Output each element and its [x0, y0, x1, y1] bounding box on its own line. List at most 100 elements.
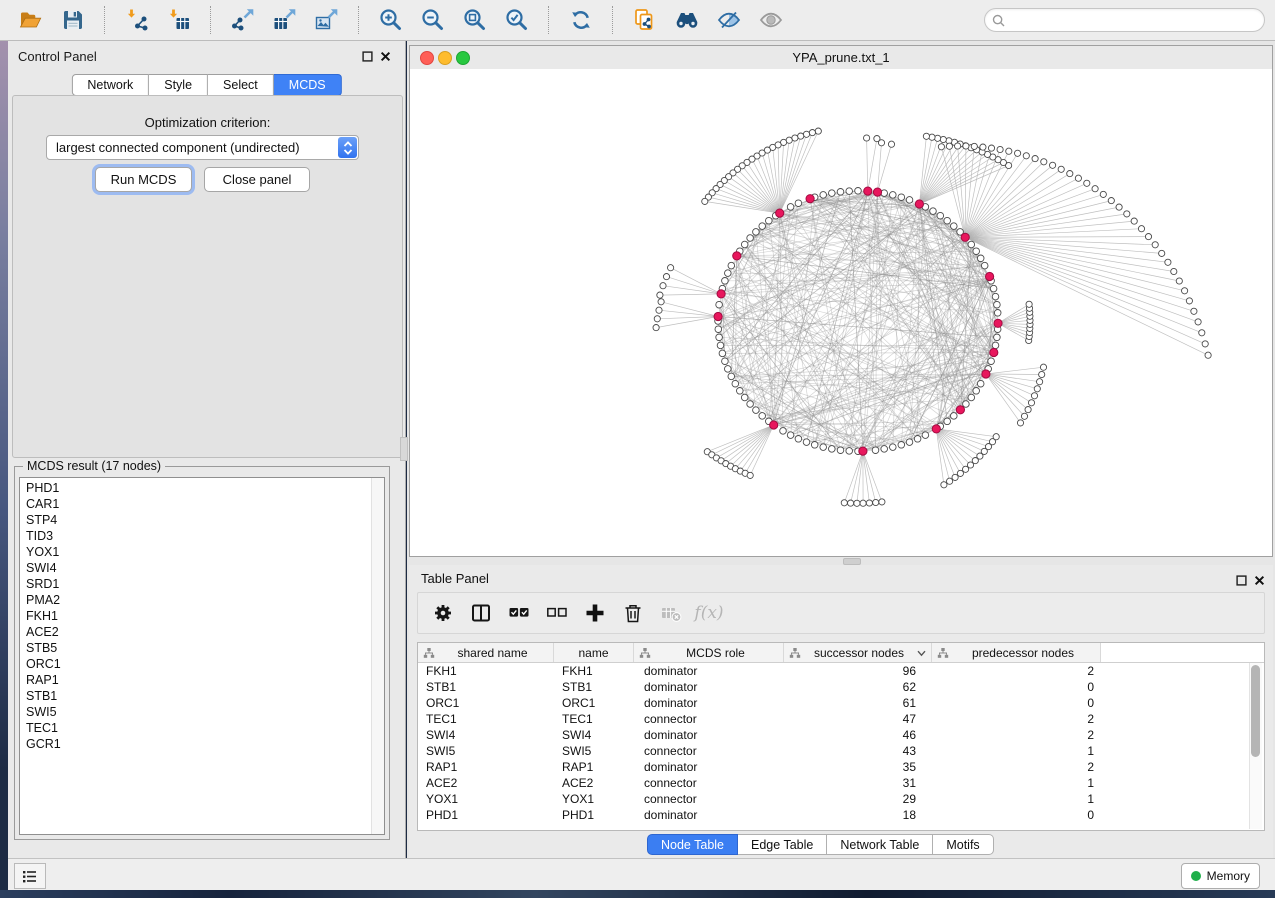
- select-all-icon[interactable]: [506, 600, 532, 626]
- refresh-icon[interactable]: [566, 5, 596, 35]
- column-label: successor nodes: [801, 646, 917, 660]
- search-field[interactable]: [984, 8, 1265, 32]
- clear-table-icon[interactable]: [658, 600, 684, 626]
- mcds-result-item[interactable]: STB1: [20, 688, 384, 704]
- export-image-icon[interactable]: [312, 5, 342, 35]
- tab-network[interactable]: Network: [71, 74, 149, 96]
- mcds-result-item[interactable]: SRD1: [20, 576, 384, 592]
- table-cell: 1: [932, 743, 1101, 759]
- table-row[interactable]: STB1STB1dominator620: [418, 679, 1264, 695]
- column-header-name[interactable]: name: [554, 643, 634, 662]
- eye-slash-icon[interactable]: [714, 5, 744, 35]
- table-row[interactable]: SWI4SWI4dominator462: [418, 727, 1264, 743]
- mcds-result-item[interactable]: FKH1: [20, 608, 384, 624]
- vertical-splitter-handle[interactable]: [400, 437, 408, 461]
- float-panel-icon[interactable]: [362, 51, 373, 62]
- table-cell: 96: [784, 663, 932, 679]
- zoom-in-icon[interactable]: [376, 5, 406, 35]
- table-row[interactable]: RAP1RAP1dominator352: [418, 759, 1264, 775]
- mcds-result-item[interactable]: YOX1: [20, 544, 384, 560]
- zoom-selected-icon[interactable]: [502, 5, 532, 35]
- table-row[interactable]: ACE2ACE2connector311: [418, 775, 1264, 791]
- table-cell: FKH1: [418, 663, 554, 679]
- result-scrollbar[interactable]: [371, 478, 384, 834]
- mcds-result-item[interactable]: GCR1: [20, 736, 384, 752]
- mcds-result-item[interactable]: STP4: [20, 512, 384, 528]
- table-scrollbar[interactable]: [1249, 663, 1262, 829]
- delete-icon[interactable]: [620, 600, 646, 626]
- node-table[interactable]: shared namenameMCDS role successor nodes p…: [417, 642, 1265, 831]
- mcds-result-item[interactable]: RAP1: [20, 672, 384, 688]
- float-table-panel-icon[interactable]: [1236, 575, 1247, 586]
- zoom-fit-icon[interactable]: [460, 5, 490, 35]
- save-icon[interactable]: [58, 5, 88, 35]
- table-cell: ORC1: [418, 695, 554, 711]
- zoom-out-icon[interactable]: [418, 5, 448, 35]
- table-row[interactable]: FKH1FKH1dominator962: [418, 663, 1264, 679]
- eye-icon[interactable]: [756, 5, 786, 35]
- memory-button[interactable]: Memory: [1181, 863, 1260, 889]
- column-header-MCDS-role[interactable]: MCDS role: [634, 643, 784, 662]
- network-canvas[interactable]: [410, 69, 1272, 556]
- mcds-result-item[interactable]: ACE2: [20, 624, 384, 640]
- gear-icon[interactable]: [430, 600, 456, 626]
- binoculars-icon[interactable]: [672, 5, 702, 35]
- mcds-result-listbox[interactable]: PHD1CAR1STP4TID3YOX1SWI4SRD1PMA2FKH1ACE2…: [19, 477, 385, 835]
- tab-select[interactable]: Select: [208, 74, 274, 96]
- mcds-result-item[interactable]: STB5: [20, 640, 384, 656]
- task-history-button[interactable]: [14, 863, 46, 889]
- mcds-result-item[interactable]: SWI5: [20, 704, 384, 720]
- deselect-all-icon[interactable]: [544, 600, 570, 626]
- table-row[interactable]: SWI5SWI5connector431: [418, 743, 1264, 759]
- close-table-panel-icon[interactable]: [1254, 575, 1265, 586]
- sort-desc-icon[interactable]: [917, 649, 926, 657]
- column-header-successor-nodes[interactable]: successor nodes: [784, 643, 932, 662]
- mcds-result-item[interactable]: ORC1: [20, 656, 384, 672]
- export-network-icon[interactable]: [228, 5, 258, 35]
- open-folder-icon[interactable]: [16, 5, 46, 35]
- table-cell: SWI5: [554, 743, 634, 759]
- horizontal-splitter[interactable]: [409, 557, 1273, 565]
- list-icon: [20, 867, 40, 886]
- criterion-select[interactable]: largest connected component (undirected): [46, 135, 359, 160]
- add-icon[interactable]: [582, 600, 608, 626]
- mcds-result-item[interactable]: TEC1: [20, 720, 384, 736]
- memory-label: Memory: [1207, 869, 1250, 883]
- network-graph[interactable]: [410, 69, 1272, 556]
- table-cell: SWI4: [554, 727, 634, 743]
- mcds-result-item[interactable]: PMA2: [20, 592, 384, 608]
- mcds-result-item[interactable]: SWI4: [20, 560, 384, 576]
- import-network-icon[interactable]: [122, 5, 152, 35]
- function-icon[interactable]: f(x): [696, 600, 722, 626]
- column-header-predecessor-nodes[interactable]: predecessor nodes: [932, 643, 1101, 662]
- tab-style[interactable]: Style: [149, 74, 208, 96]
- table-cell: 2: [932, 727, 1101, 743]
- search-input[interactable]: [1009, 10, 1264, 30]
- mcds-result-item[interactable]: CAR1: [20, 496, 384, 512]
- table-row[interactable]: TEC1TEC1connector472: [418, 711, 1264, 727]
- close-panel-icon[interactable]: [380, 51, 391, 62]
- horizontal-splitter-handle[interactable]: [843, 558, 861, 565]
- column-header-shared-name[interactable]: shared name: [418, 643, 554, 662]
- tab-motifs[interactable]: Motifs: [933, 834, 993, 855]
- tab-mcds[interactable]: MCDS: [274, 74, 342, 96]
- table-scrollbar-thumb[interactable]: [1251, 665, 1260, 757]
- desktop-wallpaper-bottom: [0, 890, 1275, 898]
- control-tabs: NetworkStyleSelectMCDS: [71, 74, 341, 96]
- network-window: YPA_prune.txt_1: [409, 45, 1273, 557]
- table-row[interactable]: YOX1YOX1connector291: [418, 791, 1264, 807]
- columns-icon[interactable]: [468, 600, 494, 626]
- import-table-icon[interactable]: [164, 5, 194, 35]
- tab-node-table[interactable]: Node Table: [647, 834, 738, 855]
- table-row[interactable]: PHD1PHD1dominator180: [418, 807, 1264, 823]
- tab-edge-table[interactable]: Edge Table: [738, 834, 827, 855]
- network-window-titlebar[interactable]: YPA_prune.txt_1: [410, 46, 1272, 70]
- table-row[interactable]: ORC1ORC1dominator610: [418, 695, 1264, 711]
- export-table-icon[interactable]: [270, 5, 300, 35]
- mcds-result-item[interactable]: PHD1: [20, 480, 384, 496]
- clone-network-icon[interactable]: [630, 5, 660, 35]
- mcds-result-item[interactable]: TID3: [20, 528, 384, 544]
- tab-network-table[interactable]: Network Table: [827, 834, 933, 855]
- close-panel-button[interactable]: Close panel: [204, 167, 310, 192]
- run-mcds-button[interactable]: Run MCDS: [95, 167, 192, 192]
